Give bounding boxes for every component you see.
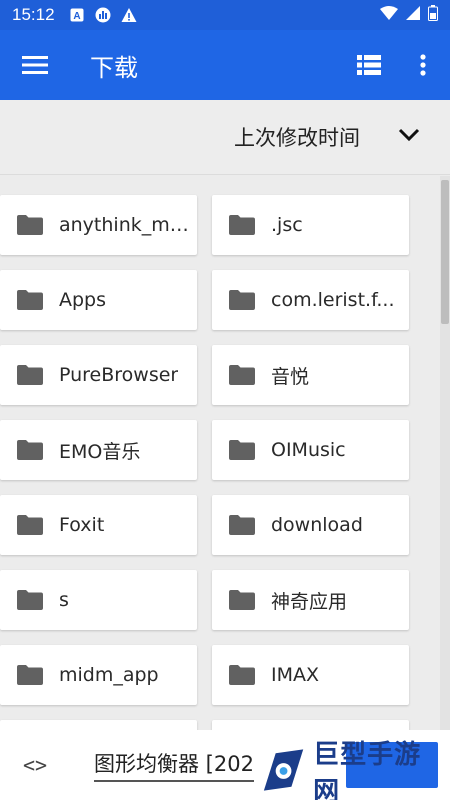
scrollbar-thumb[interactable]: [441, 180, 449, 324]
folder-name: EMO音乐: [59, 440, 141, 463]
wifi-icon: [380, 5, 398, 25]
folder-icon: [229, 215, 255, 235]
sort-label[interactable]: 上次修改时间: [234, 122, 360, 152]
folder-icon: [17, 215, 43, 235]
folder-icon: [17, 290, 43, 310]
folder-name: 神奇应用: [271, 590, 348, 613]
status-time: 15:12: [12, 5, 55, 24]
folder-item[interactable]: 神奇应用: [212, 570, 409, 630]
watermark: 巨型手游网: [256, 740, 446, 800]
folder-item[interactable]: anythink_my...: [0, 195, 197, 255]
folder-item[interactable]: .jsc: [212, 195, 409, 255]
folder-item[interactable]: EMO音乐: [0, 420, 197, 480]
warning-icon: [121, 7, 137, 23]
chevron-down-icon[interactable]: [398, 128, 420, 147]
more-options-button[interactable]: [396, 30, 450, 100]
a-icon: A: [69, 7, 85, 23]
battery-icon: [428, 4, 438, 26]
folder-icon: [229, 665, 255, 685]
folder-name: 音悦: [271, 365, 310, 388]
folder-name: .jsc: [271, 214, 303, 236]
folder-grid: anythink_my... .jsc Apps com.lerist.f... Pur…: [0, 176, 440, 730]
folder-name: anythink_my...: [59, 214, 194, 236]
list-view-icon: [357, 55, 381, 75]
folder-item[interactable]: Apps: [0, 270, 197, 330]
app-bar: 下载: [0, 30, 450, 100]
folder-item[interactable]: 音悦: [212, 345, 409, 405]
folder-item[interactable]: OIMusic: [212, 420, 409, 480]
svg-text:A: A: [73, 11, 80, 22]
more-vert-icon: [420, 54, 426, 76]
folder-name: OIMusic: [271, 439, 346, 461]
sort-bar[interactable]: 上次修改时间: [0, 100, 450, 175]
page-title: 下载: [90, 53, 138, 82]
folder-icon: [17, 515, 43, 535]
bar-chart-icon: [95, 7, 111, 23]
folder-item[interactable]: s: [0, 570, 197, 630]
scrollbar[interactable]: [440, 176, 450, 730]
folder-item[interactable]: IMAX: [212, 645, 409, 705]
folder-icon: [229, 365, 255, 385]
folder-item[interactable]: [0, 720, 197, 730]
folder-name: midm_app: [59, 664, 159, 686]
folder-name: com.lerist.f...: [271, 289, 395, 311]
menu-button[interactable]: [0, 30, 70, 100]
folder-icon: [229, 515, 255, 535]
watermark-logo-icon: [263, 749, 304, 791]
status-bar: 15:12 A: [0, 0, 450, 30]
folder-icon: [17, 365, 43, 385]
folder-item[interactable]: midm_app: [0, 645, 197, 705]
folder-icon: [229, 440, 255, 460]
list-view-button[interactable]: [342, 30, 396, 100]
folder-item[interactable]: Foxit: [0, 495, 197, 555]
folder-icon: [17, 665, 43, 685]
signal-icon: [406, 5, 420, 25]
folder-name: Foxit: [59, 514, 105, 536]
folder-name: Apps: [59, 289, 107, 311]
watermark-text: 巨型手游网: [313, 740, 422, 800]
folder-name: download: [271, 514, 363, 536]
folder-icon: [17, 440, 43, 460]
folder-item[interactable]: com.lerist.f...: [212, 270, 409, 330]
filename-input[interactable]: 图形均衡器 [202: [94, 748, 254, 782]
folder-name: s: [59, 589, 69, 611]
folder-name: PureBrowser: [59, 364, 179, 386]
folder-icon: [229, 290, 255, 310]
folder-name: IMAX: [271, 664, 320, 686]
folder-icon: [17, 590, 43, 610]
folder-item[interactable]: download: [212, 495, 409, 555]
folder-icon: [229, 590, 255, 610]
folder-item[interactable]: [212, 720, 409, 730]
folder-item[interactable]: PureBrowser: [0, 345, 197, 405]
code-toggle-button[interactable]: <>: [0, 730, 70, 800]
menu-icon: [22, 56, 48, 74]
